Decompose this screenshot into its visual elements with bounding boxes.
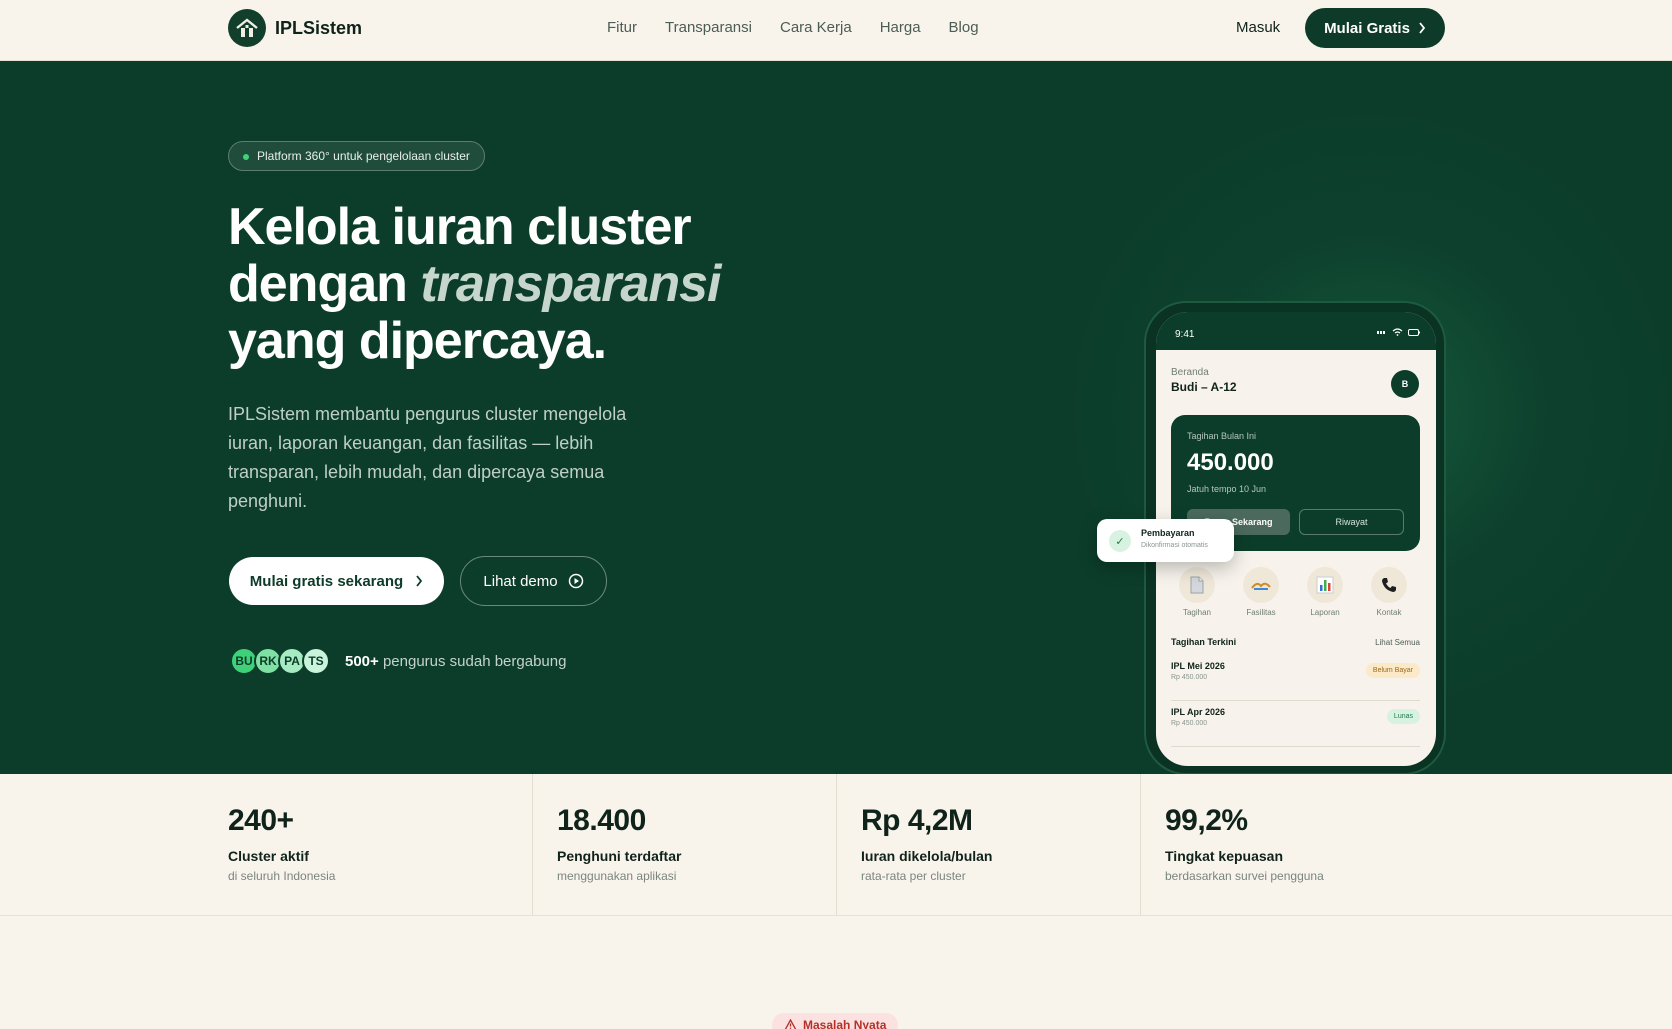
stat-value: 240+: [228, 804, 294, 837]
hero-section: Platform 360° untuk pengelolaan cluster …: [0, 61, 1672, 774]
stat-sub: berdasarkan survei pengguna: [1165, 869, 1324, 883]
quick-action-fasilitas[interactable]: Fasilitas: [1239, 567, 1283, 617]
bill-row-title: IPL Apr 2026: [1171, 707, 1226, 717]
hero-title: Kelola iuran cluster dengan transparansi…: [228, 198, 721, 370]
problem-badge-label: Masalah Nyata: [803, 1018, 887, 1029]
facility-icon: [1243, 567, 1279, 603]
nav-link-blog[interactable]: Blog: [949, 19, 979, 36]
quick-action-tagihan[interactable]: Tagihan: [1175, 567, 1219, 617]
hero-title-line3: yang dipercaya.: [228, 312, 607, 370]
stat-dues: Rp 4,2M Iuran dikelola/bulan rata-rata p…: [836, 774, 1140, 916]
bar-chart-icon: [1307, 567, 1343, 603]
status-dot-icon: [243, 154, 249, 160]
nav-link-fitur[interactable]: Fitur: [607, 19, 637, 36]
hero-title-line2-text: dengan: [228, 255, 421, 313]
start-free-now-label: Mulai gratis sekarang: [249, 572, 404, 590]
check-icon: ✓: [1109, 530, 1131, 552]
joined-text: 500+ pengurus sudah bergabung: [345, 653, 566, 670]
stat-satisfaction: 99,2% Tingkat kepuasan berdasarkan surve…: [1140, 774, 1444, 916]
stat-sub: rata-rata per cluster: [861, 869, 966, 883]
payment-toast: ✓ Pembayaran Dikonfirmasi otomatis: [1097, 519, 1234, 562]
stat-residents: 18.400 Penghuni terdaftar menggunakan ap…: [532, 774, 836, 916]
joined-label: pengurus sudah bergabung: [378, 653, 567, 670]
recent-bills-title: Tagihan Terkini: [1171, 637, 1237, 647]
hero-lead: IPLSistem membantu pengurus cluster meng…: [228, 404, 627, 511]
hero-title-line2: dengan transparansi: [228, 255, 721, 313]
bill-due-date: Jatuh tempo 10 Jun: [1187, 484, 1267, 494]
play-circle-icon: [568, 573, 583, 589]
hero-title-line1: Kelola iuran cluster: [228, 198, 692, 256]
stat-sub: di seluruh Indonesia: [228, 869, 336, 883]
stat-value: 99,2%: [1165, 804, 1248, 837]
nav-link-harga[interactable]: Harga: [880, 19, 921, 36]
top-navbar: IPLSistem Fitur Transparansi Cara Kerja …: [0, 0, 1672, 61]
stat-label: Penghuni terdaftar: [557, 848, 682, 864]
quick-action-label: Laporan: [1310, 608, 1340, 617]
phone-icon: [1371, 567, 1407, 603]
bill-label: Tagihan Bulan Ini: [1187, 431, 1257, 441]
see-all-link[interactable]: Lihat Semua: [1375, 638, 1420, 647]
brand-name: IPLSistem: [275, 17, 363, 38]
stat-label: Iuran dikelola/bulan: [861, 848, 993, 864]
bill-amount: 450.000: [1187, 449, 1274, 476]
stats-section: 240+ Cluster aktif di seluruh Indonesia …: [0, 774, 1672, 916]
view-demo-label: Lihat demo: [483, 572, 558, 590]
hero-title-emphasis: transparansi: [420, 255, 721, 313]
phone-avatar[interactable]: B: [1391, 370, 1419, 398]
stat-value: 18.400: [557, 804, 646, 837]
quick-action-laporan[interactable]: Laporan: [1303, 567, 1347, 617]
nav-link-transparansi[interactable]: Transparansi: [665, 19, 752, 36]
chevron-right-icon: [1419, 22, 1426, 34]
start-free-now-button[interactable]: Mulai gratis sekarang: [229, 557, 444, 605]
status-badge: Belum Bayar: [1365, 663, 1420, 678]
status-icons: [1377, 328, 1420, 336]
toast-subtitle: Dikonfirmasi otomatis: [1141, 542, 1208, 549]
phone-time: 9:41: [1175, 329, 1195, 340]
stat-value: Rp 4,2M: [861, 804, 973, 837]
start-free-button[interactable]: Mulai Gratis: [1305, 8, 1445, 48]
view-demo-button[interactable]: Lihat demo: [460, 556, 607, 606]
bill-row[interactable]: IPL Mei 2026 Rp 450.000 Belum Bayar: [1171, 655, 1420, 701]
nav-links: Fitur Transparansi Cara Kerja Harga Blog: [607, 19, 979, 36]
nav-link-cara-kerja[interactable]: Cara Kerja: [780, 19, 852, 36]
start-free-label: Mulai Gratis: [1324, 19, 1410, 37]
history-button[interactable]: Riwayat: [1299, 509, 1404, 535]
status-badge: Lunas: [1386, 709, 1420, 724]
toast-title: Pembayaran: [1141, 528, 1195, 538]
login-link[interactable]: Masuk: [1236, 19, 1280, 36]
bill-row-title: IPL Mei 2026: [1171, 661, 1225, 671]
bill-row-amount: Rp 450.000: [1171, 720, 1208, 727]
quick-action-label: Tagihan: [1182, 608, 1212, 617]
problem-section-badge: Masalah Nyata: [772, 1013, 899, 1029]
quick-action-label: Kontak: [1376, 608, 1402, 617]
bill-row[interactable]: IPL Apr 2026 Rp 450.000 Lunas: [1171, 701, 1420, 747]
phone-user-name: Budi – A-12: [1171, 380, 1237, 394]
chevron-right-icon: [416, 575, 423, 587]
phone-status-bar: 9:41: [1156, 312, 1436, 350]
quick-action-label: Fasilitas: [1246, 608, 1276, 617]
quick-action-kontak[interactable]: Kontak: [1367, 567, 1411, 617]
phone-greeting: Beranda: [1171, 367, 1209, 378]
platform-badge-text: Platform 360° untuk pengelolaan cluster: [257, 149, 470, 163]
stat-cluster: 240+ Cluster aktif di seluruh Indonesia: [228, 774, 532, 916]
avatar: TS: [302, 647, 330, 675]
stat-label: Tingkat kepuasan: [1165, 848, 1284, 864]
platform-badge: Platform 360° untuk pengelolaan cluster: [228, 141, 485, 171]
house-icon: [228, 9, 266, 47]
warning-icon: [784, 1019, 797, 1029]
brand-logo[interactable]: IPLSistem: [228, 9, 362, 47]
wifi-icon: [1392, 328, 1403, 336]
document-icon: [1179, 567, 1215, 603]
battery-icon: [1408, 328, 1420, 336]
avatar-stack: BU RK PA TS: [230, 647, 330, 675]
stat-label: Cluster aktif: [228, 848, 309, 864]
joined-count: 500+: [345, 653, 379, 670]
signal-icon: [1377, 331, 1385, 334]
stat-sub: menggunakan aplikasi: [557, 869, 677, 883]
bill-row-amount: Rp 450.000: [1171, 674, 1208, 681]
